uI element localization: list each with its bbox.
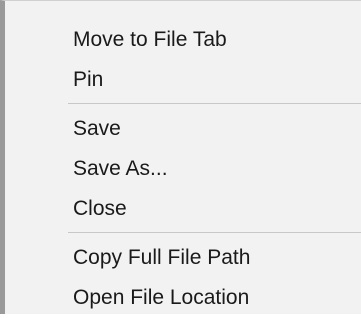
- menu-item-move-to-file-tab[interactable]: Move to File Tab: [5, 20, 361, 60]
- context-menu: Move to File Tab Pin Save Save As... Clo…: [0, 0, 361, 314]
- menu-item-copy-full-file-path[interactable]: Copy Full File Path: [5, 238, 361, 278]
- menu-separator: [68, 103, 361, 104]
- menu-item-pin[interactable]: Pin: [5, 60, 361, 100]
- menu-group-file-tab: Move to File Tab Pin: [5, 1, 361, 100]
- menu-group-save: Save Save As... Close: [5, 109, 361, 229]
- menu-item-save[interactable]: Save: [5, 109, 361, 149]
- menu-group-path: Copy Full File Path Open File Location: [5, 238, 361, 318]
- menu-item-close[interactable]: Close: [5, 189, 361, 229]
- menu-item-open-file-location[interactable]: Open File Location: [5, 278, 361, 318]
- menu-item-save-as[interactable]: Save As...: [5, 149, 361, 189]
- menu-separator: [68, 232, 361, 233]
